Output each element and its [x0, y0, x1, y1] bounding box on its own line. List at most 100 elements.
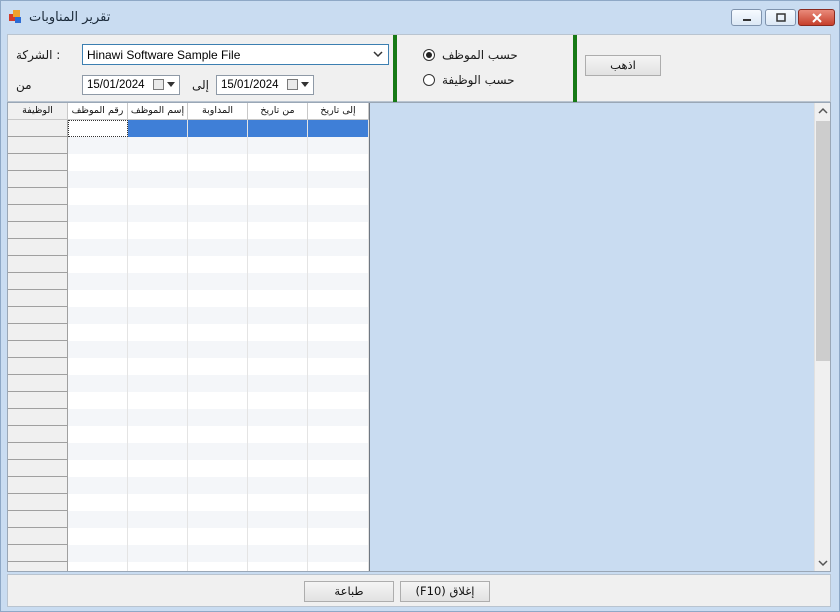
table-cell[interactable]: [248, 256, 308, 273]
table-cell[interactable]: [128, 222, 188, 239]
maximize-button[interactable]: [765, 9, 796, 26]
scroll-down-icon[interactable]: [818, 559, 828, 567]
row-header[interactable]: [8, 409, 68, 426]
table-cell[interactable]: [248, 171, 308, 188]
table-cell[interactable]: [188, 358, 248, 375]
column-header[interactable]: الوظيفة: [8, 103, 68, 120]
table-cell[interactable]: [308, 409, 369, 426]
table-cell[interactable]: [128, 545, 188, 562]
table-cell[interactable]: [188, 511, 248, 528]
table-cell[interactable]: [308, 443, 369, 460]
title-bar[interactable]: تقرير المناوبات: [1, 1, 839, 33]
table-row[interactable]: [68, 256, 369, 273]
row-header[interactable]: [8, 205, 68, 222]
table-cell[interactable]: [128, 154, 188, 171]
table-cell[interactable]: [68, 120, 128, 137]
row-header[interactable]: [8, 290, 68, 307]
table-cell[interactable]: [188, 324, 248, 341]
table-cell[interactable]: [128, 205, 188, 222]
table-cell[interactable]: [68, 392, 128, 409]
table-cell[interactable]: [248, 154, 308, 171]
table-row[interactable]: [68, 341, 369, 358]
by-employee-radio[interactable]: [423, 49, 435, 61]
table-cell[interactable]: [128, 443, 188, 460]
table-cell[interactable]: [308, 426, 369, 443]
table-cell[interactable]: [308, 256, 369, 273]
table-cell[interactable]: [128, 375, 188, 392]
table-cell[interactable]: [188, 239, 248, 256]
table-cell[interactable]: [308, 154, 369, 171]
table-cell[interactable]: [128, 273, 188, 290]
table-cell[interactable]: [308, 460, 369, 477]
table-cell[interactable]: [128, 426, 188, 443]
table-cell[interactable]: [248, 392, 308, 409]
table-cell[interactable]: [248, 307, 308, 324]
table-row[interactable]: [68, 375, 369, 392]
table-cell[interactable]: [188, 392, 248, 409]
table-row[interactable]: [68, 273, 369, 290]
row-header[interactable]: [8, 341, 68, 358]
table-cell[interactable]: [188, 375, 248, 392]
table-cell[interactable]: [188, 528, 248, 545]
table-cell[interactable]: [308, 222, 369, 239]
table-cell[interactable]: [248, 273, 308, 290]
row-header[interactable]: [8, 324, 68, 341]
table-cell[interactable]: [68, 375, 128, 392]
row-header[interactable]: [8, 358, 68, 375]
table-cell[interactable]: [128, 358, 188, 375]
table-cell[interactable]: [248, 290, 308, 307]
table-cell[interactable]: [248, 120, 308, 137]
table-row[interactable]: [68, 188, 369, 205]
table-cell[interactable]: [68, 239, 128, 256]
row-header[interactable]: [8, 273, 68, 290]
vertical-scrollbar[interactable]: [814, 103, 830, 571]
table-cell[interactable]: [68, 154, 128, 171]
by-job-label[interactable]: حسب الوظيفة: [442, 73, 515, 87]
table-cell[interactable]: [308, 511, 369, 528]
company-select[interactable]: Hinawi Software Sample File: [82, 44, 389, 65]
row-header[interactable]: [8, 375, 68, 392]
table-row[interactable]: [68, 426, 369, 443]
row-header[interactable]: [8, 256, 68, 273]
table-cell[interactable]: [68, 205, 128, 222]
table-cell[interactable]: [68, 562, 128, 571]
table-cell[interactable]: [68, 256, 128, 273]
table-cell[interactable]: [68, 137, 128, 154]
table-cell[interactable]: [308, 171, 369, 188]
table-cell[interactable]: [128, 324, 188, 341]
table-row[interactable]: [68, 477, 369, 494]
table-cell[interactable]: [248, 545, 308, 562]
table-cell[interactable]: [308, 477, 369, 494]
table-cell[interactable]: [188, 477, 248, 494]
table-cell[interactable]: [68, 171, 128, 188]
table-row[interactable]: [68, 392, 369, 409]
row-header[interactable]: [8, 120, 68, 137]
table-cell[interactable]: [128, 460, 188, 477]
table-row[interactable]: [68, 562, 369, 571]
table-cell[interactable]: [128, 120, 188, 137]
table-cell[interactable]: [188, 426, 248, 443]
row-header[interactable]: [8, 188, 68, 205]
table-row[interactable]: [68, 528, 369, 545]
table-cell[interactable]: [68, 477, 128, 494]
table-cell[interactable]: [128, 341, 188, 358]
table-cell[interactable]: [68, 222, 128, 239]
table-row[interactable]: [68, 511, 369, 528]
table-row[interactable]: [68, 290, 369, 307]
column-header[interactable]: إلى تاريخ: [308, 103, 369, 120]
table-cell[interactable]: [188, 290, 248, 307]
table-cell[interactable]: [248, 188, 308, 205]
table-cell[interactable]: [308, 307, 369, 324]
table-cell[interactable]: [68, 307, 128, 324]
table-cell[interactable]: [308, 392, 369, 409]
row-header[interactable]: [8, 443, 68, 460]
table-cell[interactable]: [68, 426, 128, 443]
table-cell[interactable]: [188, 460, 248, 477]
table-row[interactable]: [68, 358, 369, 375]
table-cell[interactable]: [248, 443, 308, 460]
table-cell[interactable]: [68, 443, 128, 460]
table-cell[interactable]: [248, 562, 308, 571]
table-cell[interactable]: [128, 511, 188, 528]
table-cell[interactable]: [128, 409, 188, 426]
table-cell[interactable]: [188, 273, 248, 290]
